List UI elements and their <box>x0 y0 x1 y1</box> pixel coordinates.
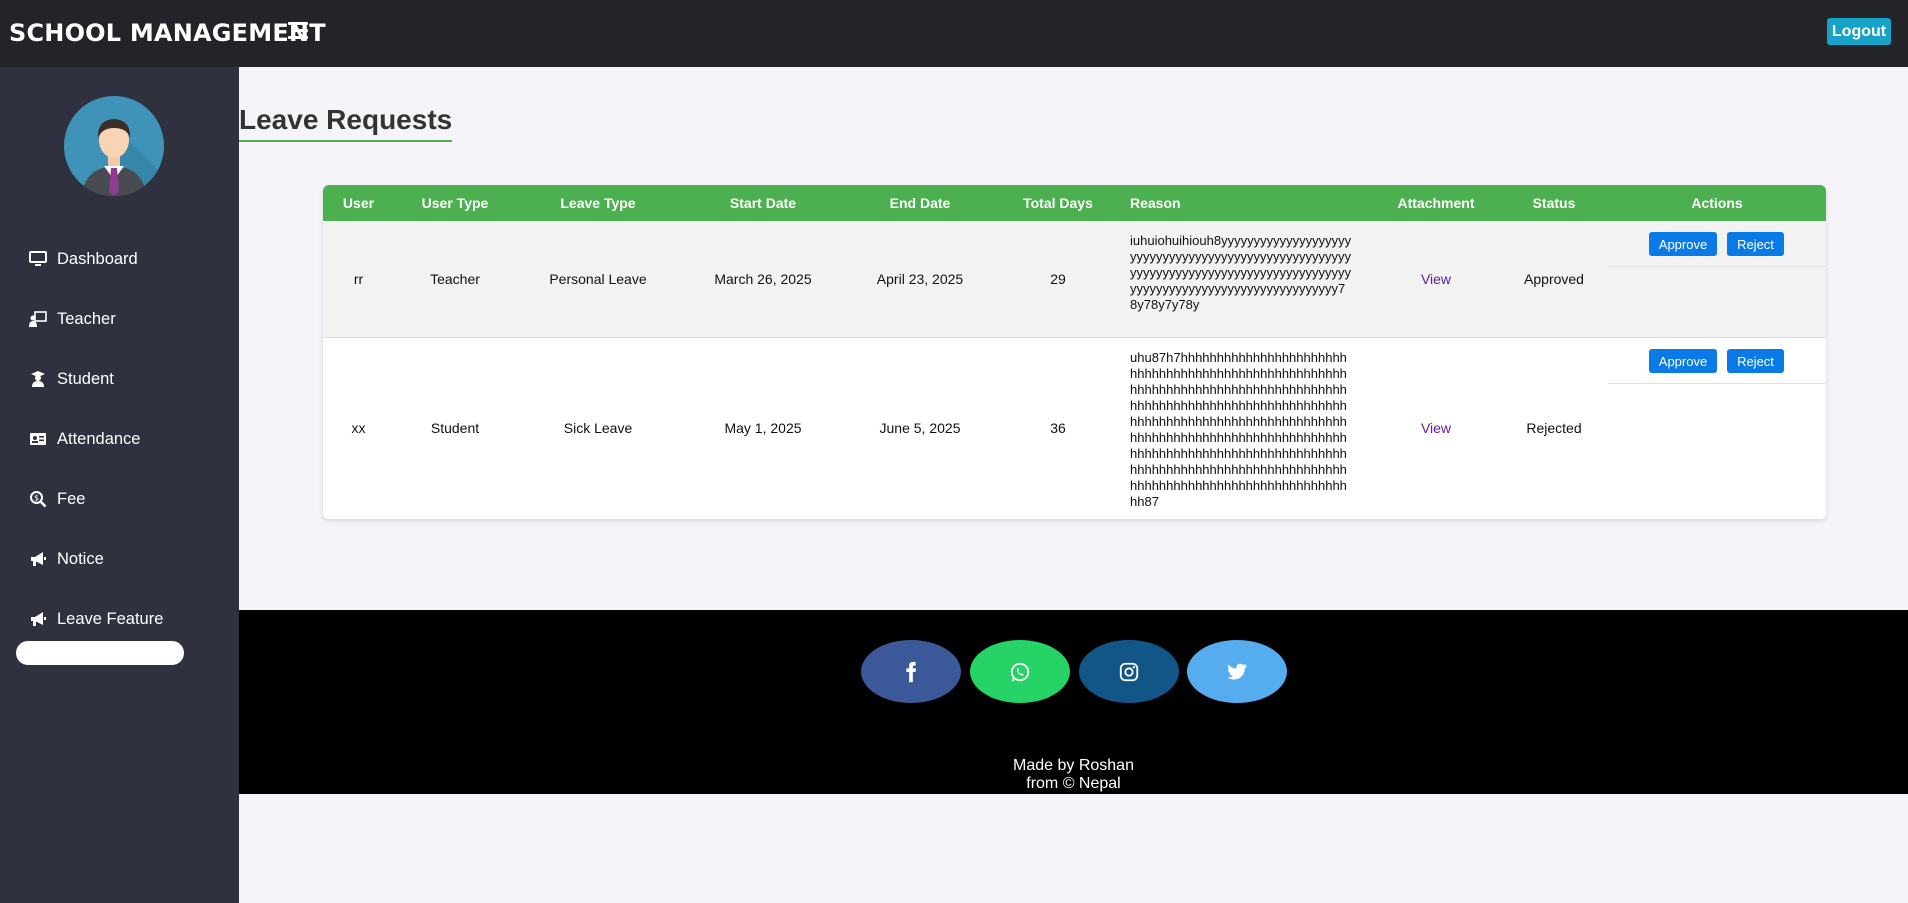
sidebar: Dashboard Teacher Student Attendance $ F… <box>0 67 239 903</box>
leave-requests-table: User User Type Leave Type Start Date End… <box>323 185 1826 519</box>
sidebar-item-label: Student <box>57 369 114 388</box>
menu-toggle-icon[interactable] <box>288 22 308 40</box>
svg-text:$: $ <box>34 494 39 503</box>
sidebar-item-teacher[interactable]: Teacher <box>0 299 239 339</box>
twitter-icon <box>1227 663 1248 680</box>
facebook-link[interactable] <box>861 640 961 703</box>
cell-total-days: 36 <box>1050 420 1066 436</box>
sidebar-item-label: Dashboard <box>57 249 138 268</box>
cell-user-type: Student <box>430 420 480 436</box>
approve-button[interactable]: Approve <box>1649 349 1717 373</box>
cell-user-type: Teacher <box>430 271 480 287</box>
column-header: Status <box>1532 195 1576 211</box>
sidebar-item-leave-feature[interactable]: Leave Feature <box>0 599 239 639</box>
sidebar-item-label: Leave Feature <box>57 609 164 628</box>
megaphone-icon <box>28 610 48 628</box>
instagram-link[interactable] <box>1079 640 1179 703</box>
column-header: User Type <box>421 195 489 211</box>
view-attachment-link[interactable]: View <box>1421 420 1451 436</box>
sidebar-item-dashboard[interactable]: Dashboard <box>0 239 239 279</box>
reject-button[interactable]: Reject <box>1727 232 1784 256</box>
status-text: Approved <box>1524 271 1584 287</box>
instagram-icon <box>1119 662 1139 681</box>
sidebar-item-label: Notice <box>57 549 104 568</box>
cell-reason: uhu87h7hhhhhhhhhhhhhhhhhhhhhhhhhhhhhhhhh… <box>1130 350 1347 509</box>
page-title: Leave Requests <box>239 104 453 142</box>
student-icon <box>28 370 48 388</box>
sidebar-item-notice[interactable]: Notice <box>0 539 239 579</box>
search-dollar-icon: $ <box>28 490 48 508</box>
sidebar-item-label: Attendance <box>57 429 141 448</box>
cell-leave-type: Personal Leave <box>549 271 647 287</box>
id-card-icon <box>28 430 48 448</box>
cell-leave-type: Sick Leave <box>563 420 633 436</box>
status-text: Rejected <box>1526 420 1582 436</box>
column-header: Total Days <box>1023 195 1093 211</box>
footer-credit: Made by Roshan from © Nepal <box>239 757 1908 793</box>
table-header: User User Type Leave Type Start Date End… <box>323 185 1826 221</box>
top-bar: SCHOOL MANAGEMENT Logout <box>0 0 1908 67</box>
view-attachment-link[interactable]: View <box>1421 271 1451 287</box>
approve-button[interactable]: Approve <box>1649 232 1717 256</box>
cell-user: xx <box>351 420 366 436</box>
megaphone-icon <box>28 550 48 568</box>
logout-button[interactable]: Logout <box>1827 18 1891 45</box>
sidebar-item-attendance[interactable]: Attendance <box>0 419 239 459</box>
sidebar-item-label: Teacher <box>57 309 116 328</box>
cell-start-date: May 1, 2025 <box>724 420 802 436</box>
sidebar-item-fee[interactable]: $ Fee <box>0 479 239 519</box>
cell-start-date: March 26, 2025 <box>714 271 812 287</box>
column-header: Leave Type <box>560 195 636 211</box>
divider <box>1608 266 1826 267</box>
sidebar-item-student[interactable]: Student <box>0 359 239 399</box>
brand-title: SCHOOL MANAGEMENT <box>9 19 326 47</box>
twitter-link[interactable] <box>1187 640 1287 703</box>
whatsapp-link[interactable] <box>970 640 1070 703</box>
credit-line-1: Made by Roshan <box>1013 757 1134 774</box>
facebook-icon <box>906 661 917 682</box>
column-header: Reason <box>1130 195 1181 211</box>
reject-button[interactable]: Reject <box>1727 349 1784 373</box>
table-row: rr Teacher Personal Leave March 26, 2025… <box>323 221 1826 338</box>
credit-line-2: from © Nepal <box>1026 775 1121 792</box>
cell-user: rr <box>353 271 364 287</box>
cell-end-date: June 5, 2025 <box>879 420 961 436</box>
column-header: Actions <box>1691 195 1743 211</box>
column-header: Start Date <box>729 195 797 211</box>
redacted-area <box>16 641 184 665</box>
cell-end-date: April 23, 2025 <box>876 271 964 287</box>
cell-total-days: 29 <box>1050 271 1066 287</box>
column-header: Attachment <box>1397 195 1475 211</box>
footer: Made by Roshan from © Nepal <box>239 610 1908 794</box>
avatar <box>64 96 164 196</box>
user-avatar-icon <box>64 96 164 196</box>
whatsapp-icon <box>1010 662 1030 681</box>
divider <box>1608 383 1826 384</box>
cell-reason: iuhuiohuihiouh8yyyyyyyyyyyyyyyyyyyyyyyyy… <box>1130 233 1352 312</box>
monitor-icon <box>28 250 48 268</box>
column-header: User <box>342 195 375 211</box>
column-header: End Date <box>889 195 951 211</box>
teacher-icon <box>28 310 48 328</box>
table-row: xx Student Sick Leave May 1, 2025 June 5… <box>323 338 1826 519</box>
sidebar-item-label: Fee <box>57 489 86 508</box>
